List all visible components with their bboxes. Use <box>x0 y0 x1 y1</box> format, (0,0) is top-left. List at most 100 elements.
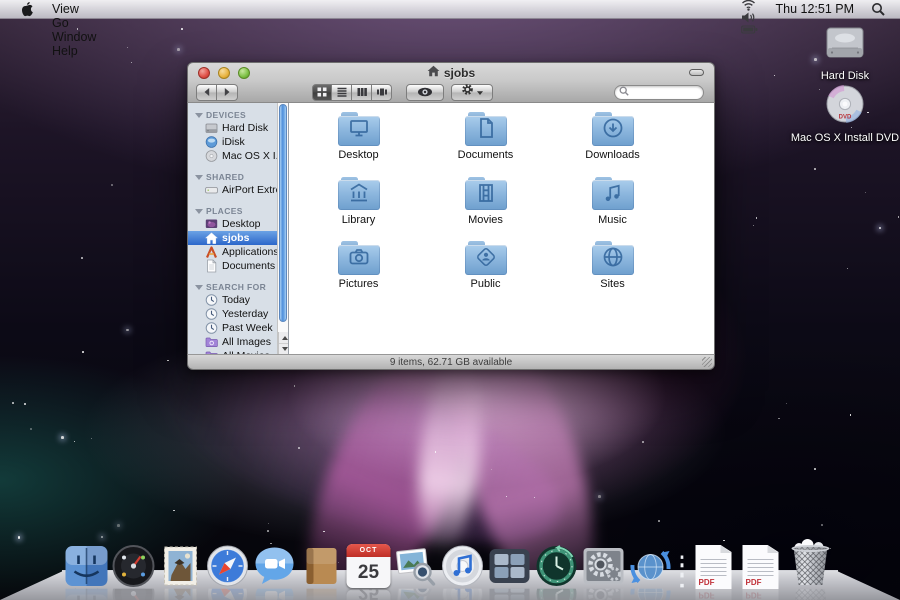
sidebar-item-label: Applications <box>222 246 277 258</box>
sidebar-item-label: Desktop <box>222 218 261 230</box>
svg-text:DVD: DVD <box>839 115 852 121</box>
minimize-button[interactable] <box>218 67 230 79</box>
sidebar-section-search-for[interactable]: SEARCH FOR <box>188 280 277 293</box>
dock-time-machine-icon[interactable] <box>534 543 580 589</box>
dock-pdf-document-2-icon[interactable]: PDFPDF <box>738 543 784 589</box>
sidebar: DEVICESHard DiskiDiskMac OS X I... SHARED… <box>188 103 289 354</box>
zoom-button[interactable] <box>238 67 250 79</box>
forward-button[interactable] <box>217 84 238 101</box>
folder-library[interactable]: Library <box>295 174 422 239</box>
menu-help[interactable]: Help <box>42 44 106 58</box>
sidebar-item-idisk[interactable]: iDisk <box>188 135 277 149</box>
view-mode-list-view[interactable] <box>332 84 352 101</box>
dock-dashboard-icon[interactable] <box>111 543 157 589</box>
sidebar-item-hard-disk[interactable]: Hard Disk <box>188 121 277 135</box>
folder-icon <box>465 112 507 146</box>
dock-spaces-icon[interactable] <box>487 543 533 589</box>
sidebar-item-applications[interactable]: Applications <box>188 245 277 259</box>
apple-menu-icon[interactable] <box>10 0 42 18</box>
search-field[interactable] <box>614 85 704 100</box>
sidebar-section-places[interactable]: PLACES <box>188 204 277 217</box>
dock-pdf-document-1-icon[interactable]: PDFPDF <box>691 543 737 589</box>
sidebar-item-today[interactable]: Today <box>188 293 277 307</box>
sidebar-item-mac-os-x-i-[interactable]: Mac OS X I... <box>188 149 277 163</box>
folder-pictures[interactable]: Pictures <box>295 238 422 303</box>
sidebar-item-label: iDisk <box>222 136 245 148</box>
title-bar[interactable]: sjobs <box>188 63 714 82</box>
close-button[interactable] <box>198 67 210 79</box>
spotlight-icon[interactable] <box>864 0 892 18</box>
g-desktop-glyph <box>347 116 371 145</box>
ical-day: 25 <box>347 557 391 588</box>
dock-ical-icon[interactable]: OCT25OCT25 <box>346 543 392 589</box>
disclosure-triangle-icon[interactable] <box>195 209 203 214</box>
wifi-icon[interactable] <box>734 0 765 11</box>
sidebar-section-devices[interactable]: DEVICES <box>188 108 277 121</box>
folder-label: Sites <box>600 278 624 290</box>
sidebar-item-documents[interactable]: Documents <box>188 259 277 273</box>
dock-software-update-icon[interactable] <box>628 543 674 589</box>
drive-s-icon <box>205 122 218 135</box>
sidebar-item-airport-extreme[interactable]: AirPort Extreme <box>188 183 277 197</box>
sidebar-item-desktop[interactable]: Desktop <box>188 217 277 231</box>
dock-safari-icon[interactable] <box>205 543 251 589</box>
scrollbar-thumb[interactable] <box>279 104 287 322</box>
folder-icon <box>592 177 634 211</box>
menu-clock[interactable]: Thu 12:51 PM <box>767 2 862 16</box>
folder-sites[interactable]: Sites <box>549 238 676 303</box>
view-mode-icon-view[interactable] <box>312 84 332 101</box>
folder-movies[interactable]: Movies <box>422 174 549 239</box>
folder-label: Public <box>471 278 501 290</box>
menu-view[interactable]: View <box>42 2 106 16</box>
toolbar <box>188 82 714 104</box>
sidebar-item-sjobs[interactable]: sjobs <box>188 231 277 245</box>
dock-system-preferences-icon[interactable] <box>581 543 627 589</box>
search-input[interactable] <box>631 87 695 98</box>
g-download-glyph <box>601 116 625 145</box>
dock-mail-icon[interactable] <box>158 543 204 589</box>
folder-label: Downloads <box>585 149 639 161</box>
hide-toolbar-button[interactable] <box>689 69 704 76</box>
sidebar-scrollbar[interactable] <box>277 103 288 354</box>
menu-window[interactable]: Window <box>42 30 106 44</box>
desktop-icon-hard-disk[interactable]: Hard Disk <box>795 26 895 82</box>
dock-ichat-icon[interactable] <box>252 543 298 589</box>
sidebar-item-yesterday[interactable]: Yesterday <box>188 307 277 321</box>
view-mode-column-view[interactable] <box>352 84 372 101</box>
battery-icon[interactable] <box>734 24 765 35</box>
scroll-down-button[interactable] <box>279 343 289 354</box>
folder-documents[interactable]: Documents <box>422 109 549 174</box>
desktop-icon-label: Mac OS X Install DVD <box>791 132 899 144</box>
g-camera-glyph <box>347 245 371 274</box>
folder-music[interactable]: Music <box>549 174 676 239</box>
disclosure-triangle-icon[interactable] <box>195 175 203 180</box>
disclosure-triangle-icon[interactable] <box>195 113 203 118</box>
view-mode-coverflow-view[interactable] <box>372 84 392 101</box>
dock-trash-icon[interactable] <box>785 537 837 589</box>
scroll-up-button[interactable] <box>279 332 289 343</box>
dock-itunes-icon[interactable] <box>440 543 486 589</box>
back-button[interactable] <box>196 84 217 101</box>
caret-down-icon <box>476 83 484 101</box>
dock-address-book-icon[interactable] <box>299 543 345 589</box>
quick-look-button[interactable] <box>406 84 444 101</box>
sidebar-item-past-week[interactable]: Past Week <box>188 321 277 335</box>
folder-desktop[interactable]: Desktop <box>295 109 422 174</box>
desktop-icon-label: Hard Disk <box>821 70 869 82</box>
sidebar-item-all-images[interactable]: All Images <box>188 335 277 349</box>
dock-finder-icon[interactable] <box>64 543 110 589</box>
disclosure-triangle-icon[interactable] <box>195 285 203 290</box>
folder-icon <box>465 241 507 275</box>
folder-label: Music <box>598 214 627 226</box>
gear-icon <box>461 83 474 101</box>
action-menu-button[interactable] <box>451 84 493 101</box>
volume-icon[interactable] <box>734 11 765 24</box>
dock-preview-icon[interactable] <box>393 543 439 589</box>
desktop-icon-install-dvd[interactable]: DVD Mac OS X Install DVD <box>788 84 900 144</box>
folder-public[interactable]: Public <box>422 238 549 303</box>
menu-go[interactable]: Go <box>42 16 106 30</box>
resize-grip[interactable] <box>702 357 712 367</box>
folder-downloads[interactable]: Downloads <box>549 109 676 174</box>
desktop: FinderFileEditViewGoWindowHelp Thu 12:51… <box>0 0 900 600</box>
sidebar-section-shared[interactable]: SHARED <box>188 170 277 183</box>
